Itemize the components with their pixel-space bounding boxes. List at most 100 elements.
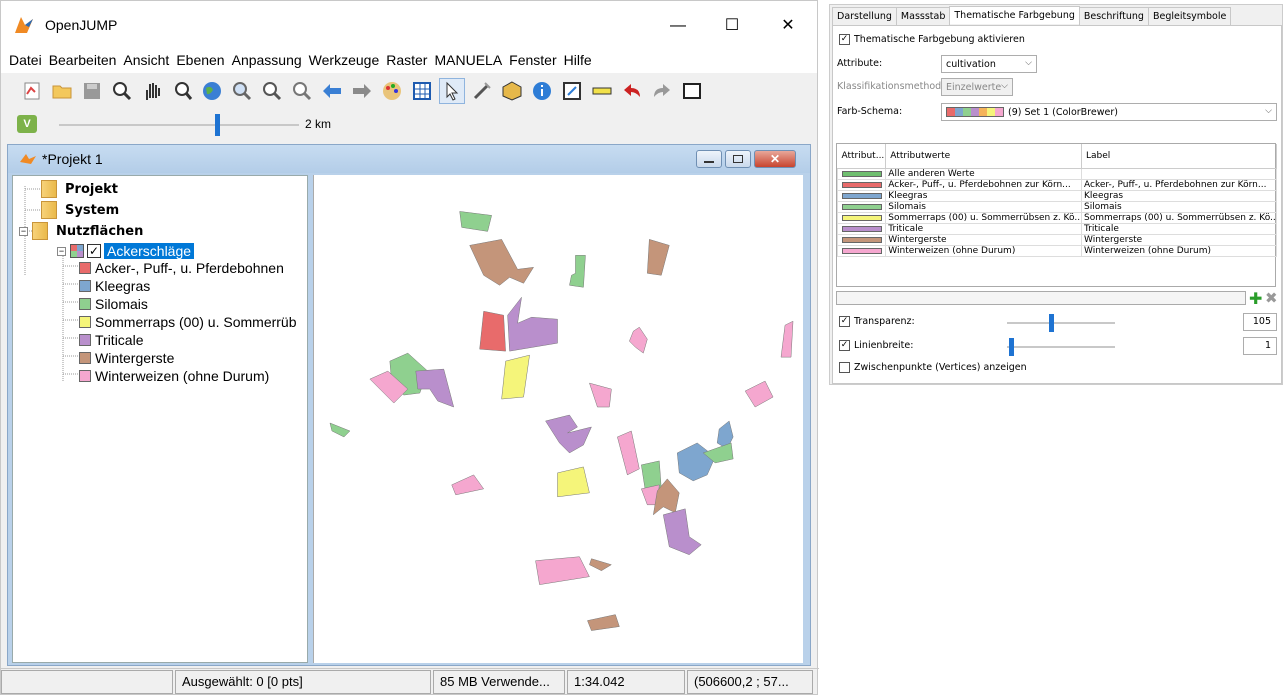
zoom-out-icon[interactable] [289,78,315,104]
tree-folder-nutzflaechen[interactable]: − Nutzflächen [19,222,143,240]
color-swatch[interactable] [842,170,882,177]
cube-icon[interactable] [499,78,525,104]
color-swatch[interactable] [842,236,882,243]
globe-icon[interactable] [199,78,225,104]
table-row[interactable]: Acker-, Puff-, u. Pferdebohnen zur Körn.… [836,178,1277,191]
menu-hilfe[interactable]: Hilfe [564,52,592,68]
menu-fenster[interactable]: Fenster [509,52,556,68]
table-row[interactable]: Alle anderen Werte [836,167,1277,180]
fullscreen-icon[interactable] [679,78,705,104]
table-row[interactable]: Wintergerste Wintergerste [836,233,1277,246]
column-header-attribut[interactable]: Attribut... [837,144,887,169]
menu-ebenen[interactable]: Ebenen [176,52,224,68]
minimize-button[interactable]: — [655,11,701,41]
redo-icon[interactable] [649,78,675,104]
status-scale[interactable]: 1:34.042 [567,670,685,694]
zoom-in-icon[interactable] [259,78,285,104]
table-row[interactable]: Sommerraps (00) u. Sommerrübsen z. Kö...… [836,211,1277,224]
undo-icon[interactable] [619,78,645,104]
menu-raster[interactable]: Raster [386,52,427,68]
column-header-label[interactable]: Label [1081,144,1277,169]
vertices-checkbox[interactable] [839,362,850,373]
pan-hand-icon[interactable] [139,78,165,104]
project-close-button[interactable]: ✕ [754,150,796,168]
tab-begleitsymbole[interactable]: Begleitsymbole [1147,7,1232,25]
color-swatch[interactable] [842,192,882,199]
color-swatch[interactable] [842,214,882,221]
map-features[interactable] [314,175,803,663]
column-header-attributwerte[interactable]: Attributwerte [885,144,1082,169]
project-minimize-button[interactable] [696,150,722,168]
zoom-previous-icon[interactable] [169,78,195,104]
previous-view-icon[interactable] [319,78,345,104]
menu-anpassung[interactable]: Anpassung [232,52,302,68]
menu-manuela[interactable]: MANUELA [434,52,502,68]
transparency-slider-thumb[interactable] [1049,314,1054,332]
palette-icon[interactable] [379,78,405,104]
transparency-row[interactable]: ✓ Transparenz: [839,316,915,327]
color-scheme-select[interactable]: (9) Set 1 (ColorBrewer) ⌵ [941,103,1277,121]
field-silomais [329,422,351,438]
linewidth-input[interactable]: 1 [1243,337,1277,355]
menu-bar: Datei Bearbeiten Ansicht Ebenen Anpassun… [1,47,817,73]
menu-datei[interactable]: Datei [9,52,42,68]
status-memory[interactable]: 85 MB Verwende... [433,670,565,694]
linewidth-slider-thumb[interactable] [1009,338,1014,356]
linewidth-row[interactable]: ✓ Linienbreite: [839,340,913,351]
select-arrow-icon[interactable] [439,78,465,104]
open-folder-icon[interactable] [49,78,75,104]
remove-row-icon[interactable]: ✖ [1265,289,1278,307]
tab-darstellung[interactable]: Darstellung [832,7,897,25]
tab-beschriftung[interactable]: Beschriftung [1078,7,1149,25]
table-row[interactable]: Winterweizen (ohne Durum) Winterweizen (o… [836,244,1277,257]
info-icon[interactable] [529,78,555,104]
table-row[interactable]: Triticale Triticale [836,222,1277,235]
transparency-input[interactable]: 105 [1243,313,1277,331]
tab-massstab[interactable]: Massstab [895,7,951,25]
save-icon[interactable] [79,78,105,104]
transparency-checkbox[interactable]: ✓ [839,316,850,327]
method-select: Einzelwerte ⌵ [941,78,1013,96]
tree-folder-system[interactable]: System [41,201,119,219]
collapse-icon[interactable]: − [57,246,66,256]
tree-folder-projekt[interactable]: Projekt [41,180,118,198]
ruler-icon[interactable] [589,78,615,104]
edit-form-icon[interactable] [559,78,585,104]
vertices-row[interactable]: Zwischenpunkte (Vertices) anzeigen [839,362,1027,373]
project-maximize-button[interactable] [725,150,751,168]
zoom-icon[interactable] [109,78,135,104]
map-canvas[interactable] [313,175,803,663]
tab-thematische-farbgebung[interactable]: Thematische Farbgebung [949,6,1080,24]
attribute-select[interactable]: cultivation ⌵ [941,55,1037,73]
scale-slider-track[interactable] [59,124,299,126]
layer-visible-checkbox[interactable]: ✓ [87,244,101,258]
transparency-slider[interactable] [1007,322,1115,324]
status-message [1,670,173,694]
edit-wand-icon[interactable] [469,78,495,104]
next-view-icon[interactable] [349,78,375,104]
add-row-icon[interactable]: ✚ [1249,289,1262,308]
color-swatch[interactable] [842,181,882,188]
menu-bearbeiten[interactable]: Bearbeiten [49,52,117,68]
field-triticale [662,508,702,556]
enable-thematic-row[interactable]: ✓ Thematische Farbgebung aktivieren [839,34,1025,45]
tree-layer-ackerschlaege[interactable]: − ✓ Ackerschläge [57,243,195,259]
table-row[interactable]: Kleegras Kleegras [836,189,1277,202]
color-swatch[interactable] [842,247,882,254]
menu-werkzeuge[interactable]: Werkzeuge [309,52,380,68]
close-button[interactable]: ✕ [765,11,811,41]
linewidth-checkbox[interactable]: ✓ [839,340,850,351]
color-swatch[interactable] [842,203,882,210]
color-swatch[interactable] [842,225,882,232]
maximize-button[interactable]: ☐ [709,11,755,41]
enable-thematic-checkbox[interactable]: ✓ [839,34,850,45]
linewidth-slider[interactable] [1007,346,1115,348]
grid-icon[interactable] [409,78,435,104]
collapse-icon[interactable]: − [19,226,28,236]
zoom-extent-icon[interactable] [229,78,255,104]
row-editor-field[interactable] [836,291,1246,305]
table-row[interactable]: Silomais Silomais [836,200,1277,213]
menu-ansicht[interactable]: Ansicht [123,52,169,68]
scale-slider-thumb[interactable] [215,114,220,136]
new-project-icon[interactable] [19,78,45,104]
